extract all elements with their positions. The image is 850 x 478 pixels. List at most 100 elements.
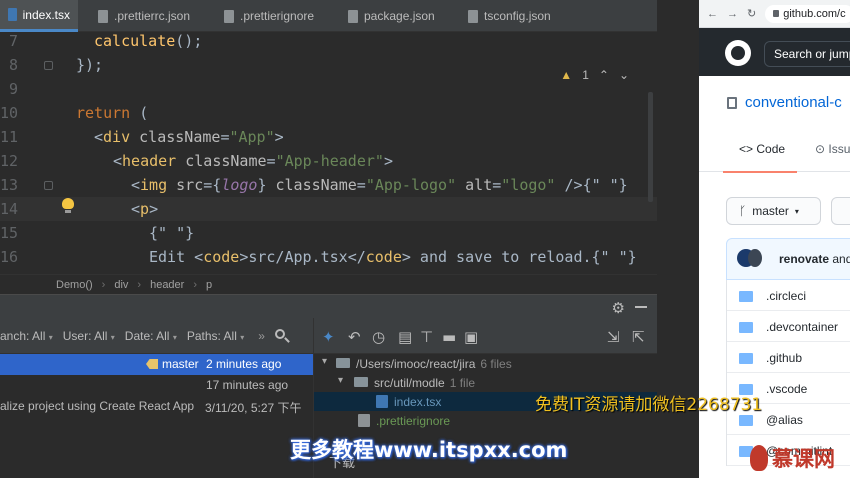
- json-file-icon: [348, 9, 358, 23]
- chevron-down-icon[interactable]: ⌄: [619, 68, 629, 82]
- code-line-8: });: [76, 56, 104, 74]
- folder-icon: [739, 322, 753, 333]
- json-file-icon: [98, 9, 108, 23]
- code-icon: <>: [739, 142, 754, 156]
- tab-code[interactable]: <> Code: [722, 142, 798, 173]
- folder-icon: [739, 415, 753, 426]
- code-breadcrumb: Demo() › div › header › p: [0, 274, 657, 294]
- tab-label: index.tsx: [22, 7, 70, 22]
- editor-scrollbar[interactable]: [648, 92, 653, 202]
- issue-icon: ⊙: [815, 142, 826, 156]
- code-line-15: {" "}: [149, 224, 195, 242]
- reload-icon[interactable]: ↻: [747, 7, 756, 20]
- commit-row[interactable]: 17 minutes ago: [0, 375, 313, 396]
- folder-icon: [739, 291, 753, 302]
- code-line-13: <img src={logo} className="App-logo" alt…: [131, 176, 628, 194]
- tab-label: .prettierrc.json: [114, 9, 191, 23]
- group-icon[interactable]: ▣: [464, 328, 478, 346]
- code-line-10: return (: [76, 104, 149, 122]
- github-header: Search or jump: [699, 28, 850, 76]
- comment-icon[interactable]: ▬: [442, 328, 456, 346]
- line-number: 12: [0, 152, 19, 170]
- fold-marker[interactable]: [44, 181, 53, 190]
- breadcrumb-item[interactable]: header: [150, 279, 184, 291]
- gear-icon[interactable]: ⚙: [612, 299, 625, 317]
- tab-prettierrc[interactable]: .prettierrc.json: [90, 0, 198, 32]
- commit-row[interactable]: alize project using Create React App 3/1…: [0, 396, 313, 417]
- list-item[interactable]: .github: [727, 342, 850, 373]
- file-icon: [224, 9, 234, 23]
- code-editor[interactable]: ▲ 1 ⌃ ⌄ 7 8 9 10 11 12 13 14 15 16 calcu…: [0, 32, 657, 274]
- github-search-input[interactable]: Search or jump: [764, 41, 850, 67]
- commit-time: 2 minutes ago: [206, 357, 282, 371]
- git-log-panel: anch: All ▾ User: All ▾ Date: All ▾ Path…: [0, 318, 313, 478]
- tab-tsconfig[interactable]: tsconfig.json: [460, 0, 559, 32]
- branch-filter[interactable]: anch: All ▾: [0, 329, 53, 343]
- tab-index-tsx[interactable]: index.tsx: [0, 0, 78, 32]
- commit-author[interactable]: renovate: [779, 252, 829, 266]
- fold-marker[interactable]: [44, 61, 53, 70]
- expand-all-icon[interactable]: ⇲: [607, 328, 620, 346]
- branch-label: master: [146, 357, 199, 371]
- git-tool-window-header: ⚙: [0, 294, 657, 318]
- branch-icon: ᚴ: [739, 204, 747, 218]
- browser-toolbar: ← → ↻ github.com/c: [699, 0, 850, 28]
- list-item[interactable]: .circleci: [727, 280, 850, 311]
- breadcrumb-item[interactable]: div: [114, 279, 128, 291]
- tab-label: package.json: [364, 9, 435, 23]
- breadcrumb-item[interactable]: Demo(): [56, 279, 93, 291]
- line-number: 15: [0, 224, 19, 242]
- line-number: 9: [8, 80, 18, 98]
- tree-node[interactable]: ▾ /Users/imooc/react/jira 6 files: [314, 354, 657, 373]
- chevron-up-icon[interactable]: ⌃: [599, 68, 609, 82]
- line-number: 8: [8, 56, 18, 74]
- date-filter[interactable]: Date: All ▾: [125, 329, 177, 343]
- typescript-file-icon: [376, 395, 388, 408]
- repo-name: conventional-c: [745, 94, 842, 111]
- tab-prettierignore[interactable]: .prettierignore: [216, 0, 322, 32]
- branches-button[interactable]: [831, 197, 850, 225]
- back-icon[interactable]: ←: [707, 8, 718, 20]
- paths-filter[interactable]: Paths: All ▾: [187, 329, 244, 343]
- commit-row[interactable]: master 2 minutes ago: [0, 354, 313, 375]
- tab-package-json[interactable]: package.json: [340, 0, 443, 32]
- breadcrumb-item[interactable]: p: [206, 279, 212, 291]
- history-icon[interactable]: ◷: [372, 328, 385, 346]
- lightbulb-icon[interactable]: [62, 198, 74, 213]
- filter-icon[interactable]: ⊤: [420, 328, 433, 346]
- diff-icon[interactable]: ▤: [398, 328, 412, 346]
- avatar[interactable]: [748, 249, 762, 267]
- undo-icon[interactable]: ↶: [348, 328, 361, 346]
- current-line-highlight: [0, 197, 657, 221]
- folder-icon: [739, 353, 753, 364]
- forward-icon[interactable]: →: [727, 8, 738, 20]
- code-line-12: <header className="App-header">: [113, 152, 393, 170]
- minimize-icon[interactable]: [635, 306, 647, 308]
- cherry-pick-icon[interactable]: ✦: [322, 328, 335, 346]
- commit-time: 17 minutes ago: [206, 378, 289, 392]
- logo-text: 慕课网: [772, 447, 835, 471]
- search-icon[interactable]: [274, 328, 290, 343]
- github-logo-icon[interactable]: [725, 40, 751, 66]
- user-filter[interactable]: User: All ▾: [63, 329, 115, 343]
- commit-message: alize project using Create React App: [0, 399, 195, 413]
- more-filters-icon[interactable]: »: [258, 329, 265, 343]
- branch-select[interactable]: ᚴ master ▾: [726, 197, 821, 225]
- folder-icon: [336, 358, 350, 368]
- tab-label: .prettierignore: [240, 9, 315, 23]
- collapse-all-icon[interactable]: ⇱: [632, 328, 645, 346]
- changes-toolbar: ✦ ↶ ◷ ▤ ⊤ ▬ ▣ ⇲ ⇱: [314, 318, 657, 354]
- lock-icon: [773, 10, 780, 17]
- line-number: 10: [0, 104, 19, 122]
- repo-icon: [727, 96, 737, 109]
- list-item[interactable]: .devcontainer: [727, 311, 850, 342]
- tab-issues[interactable]: ⊙ Issu: [815, 142, 850, 156]
- address-bar[interactable]: github.com/c: [765, 4, 850, 23]
- repo-tabs: <> Code ⊙ Issu: [699, 128, 850, 173]
- latest-commit: renovate and: [726, 238, 850, 280]
- folder-icon: [354, 377, 368, 387]
- repo-title[interactable]: conventional-c: [727, 94, 842, 111]
- inspection-widget[interactable]: ▲ 1 ⌃ ⌄: [560, 68, 629, 82]
- chevron-down-icon: ▾: [794, 206, 799, 216]
- brand-logo: 慕课网: [750, 443, 835, 473]
